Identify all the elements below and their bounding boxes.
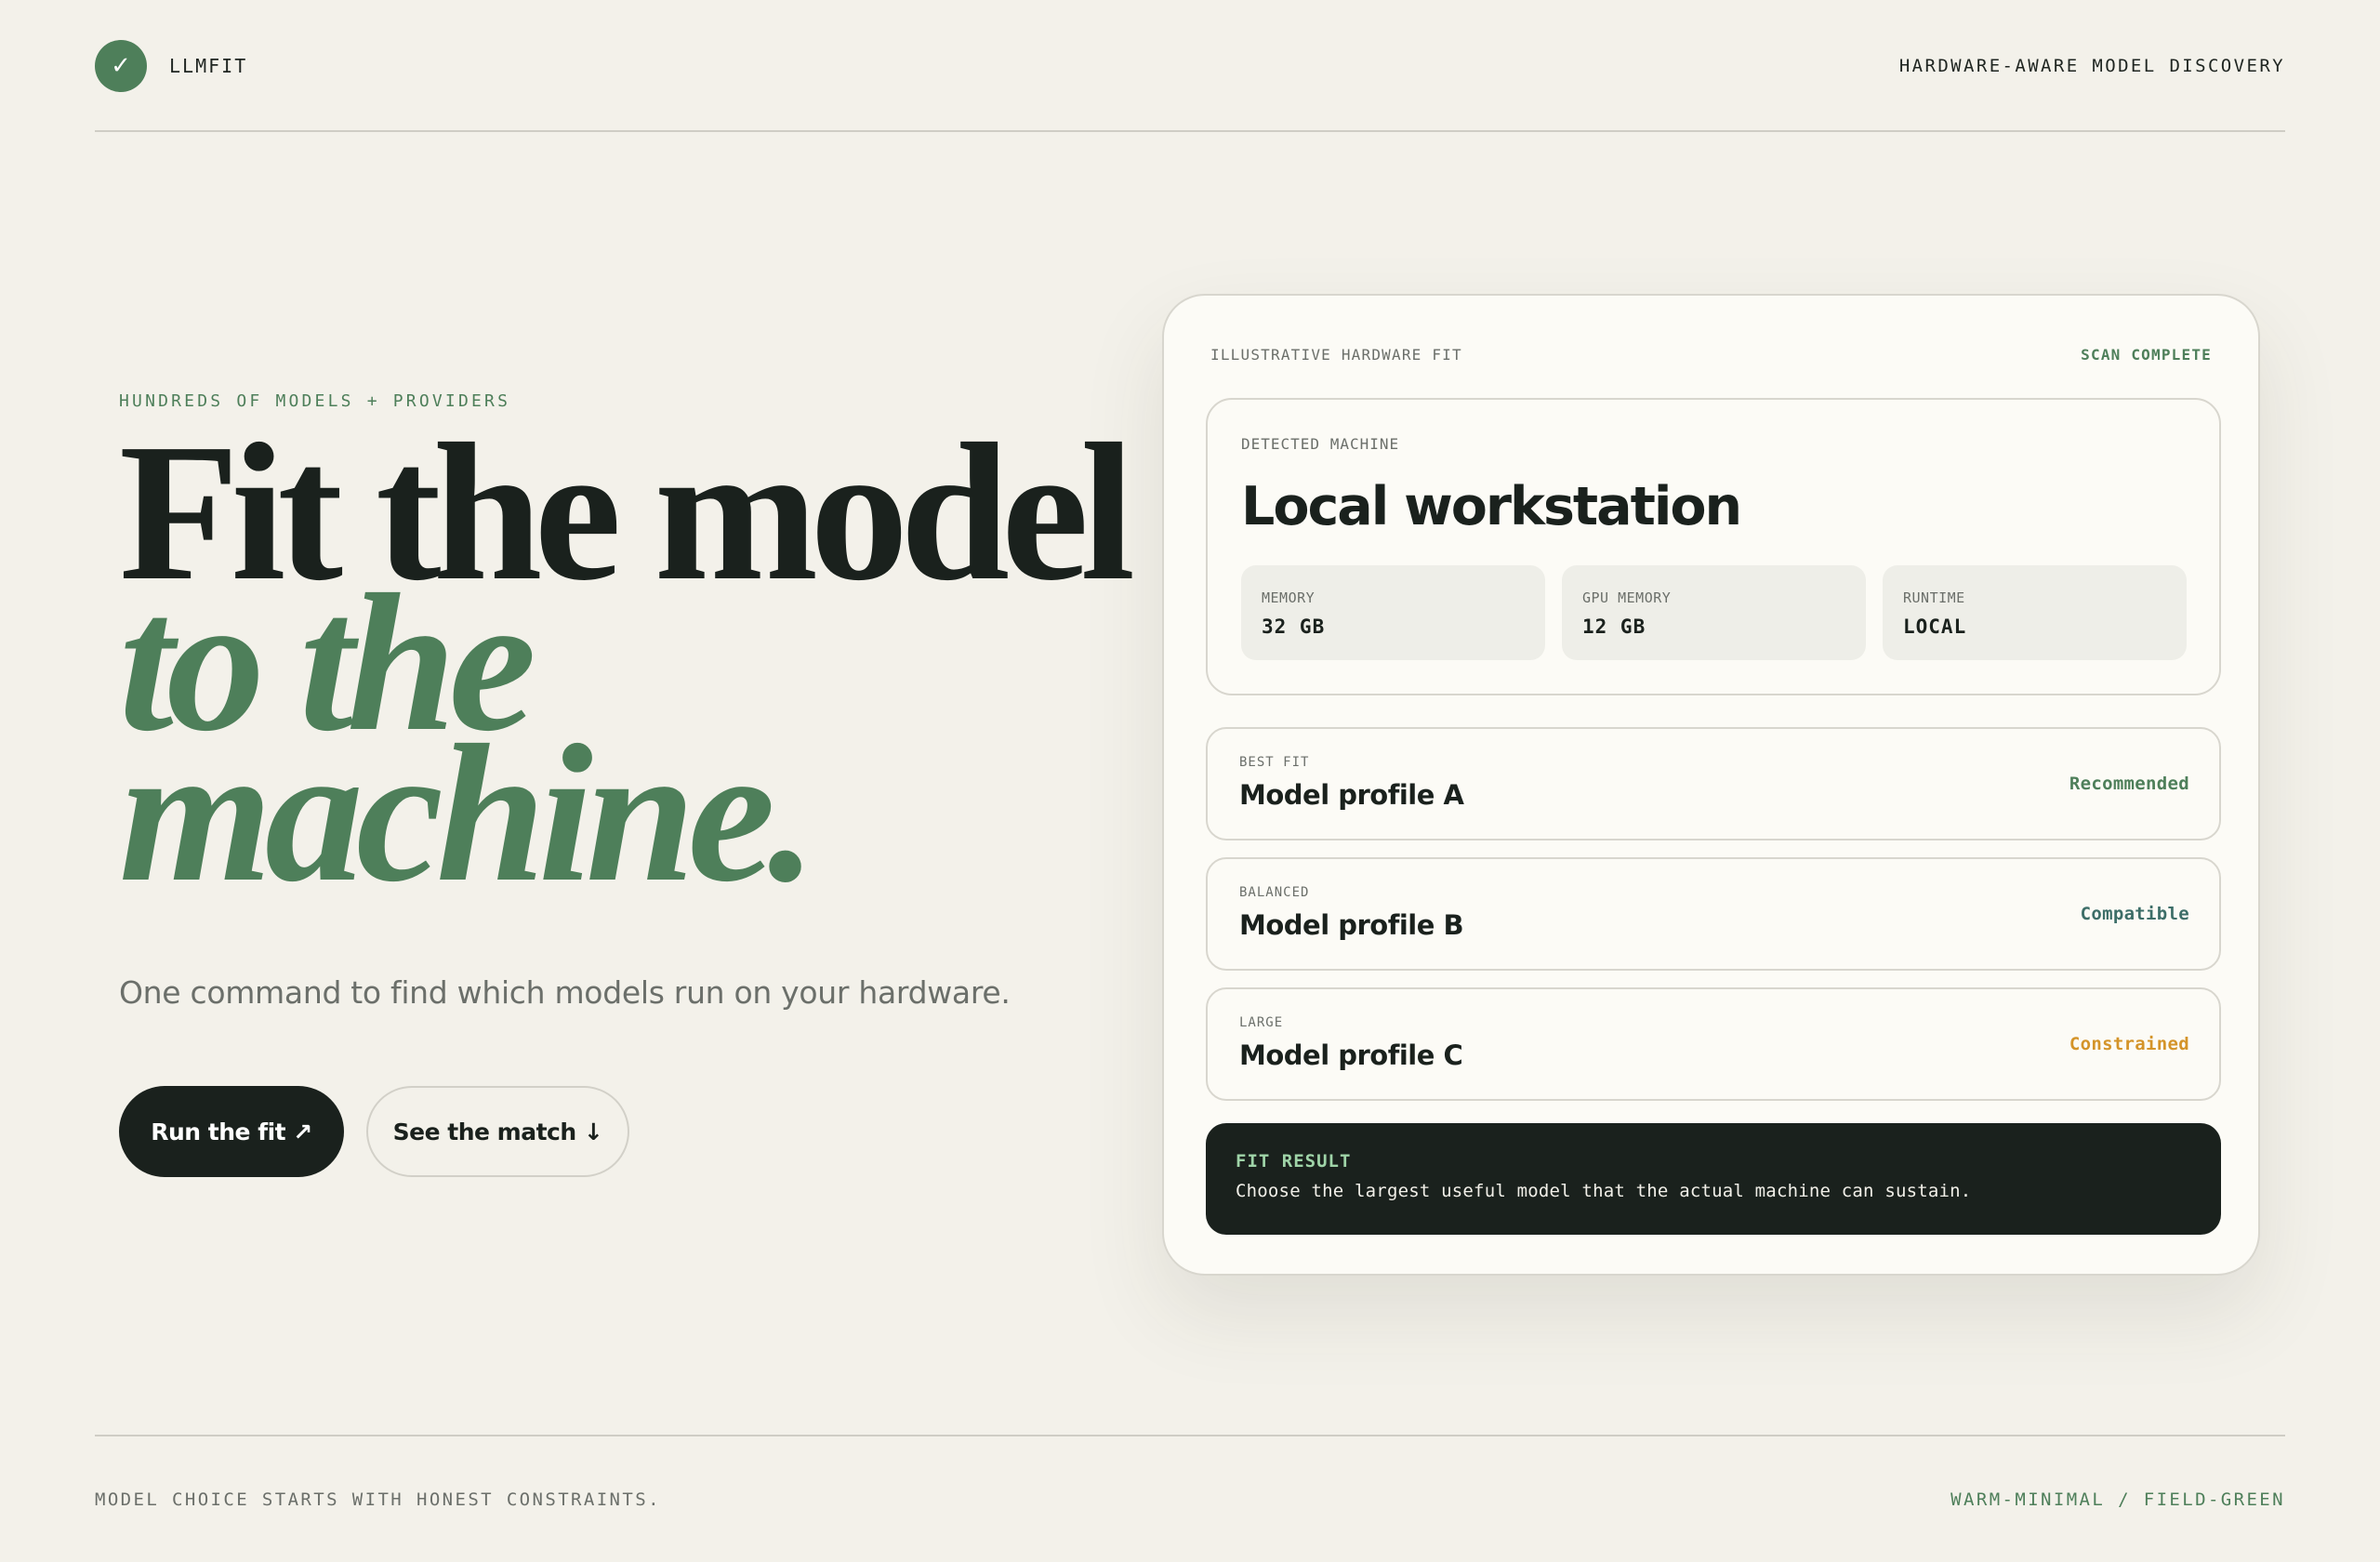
profile-row-b[interactable]: BALANCED Model profile B Compatible xyxy=(1206,857,2221,971)
stat-label: RUNTIME xyxy=(1903,589,1965,606)
profile-name: Model profile C xyxy=(1239,1039,1463,1071)
profile-status: Recommended xyxy=(2069,774,2189,794)
machine-label: DETECTED MACHINE xyxy=(1241,435,1400,453)
site-header: ✓ LLMFIT HARDWARE-AWARE MODEL DISCOVERY xyxy=(95,37,2285,132)
stat-runtime: RUNTIME LOCAL xyxy=(1883,565,2187,660)
check-icon: ✓ xyxy=(95,40,147,92)
hero-subtitle: One command to find which models run on … xyxy=(119,974,1011,1011)
profile-row-a[interactable]: BEST FIT Model profile A Recommended xyxy=(1206,727,2221,841)
stat-value: LOCAL xyxy=(1903,616,1967,638)
profile-tag: LARGE xyxy=(1239,1015,1284,1030)
stat-value: 12 GB xyxy=(1582,616,1646,638)
hardware-fit-card: ILLUSTRATIVE HARDWARE FIT SCAN COMPLETE … xyxy=(1162,294,2260,1276)
stat-gpu-memory: GPU MEMORY 12 GB xyxy=(1562,565,1866,660)
machine-title: Local workstation xyxy=(1241,476,1742,537)
profile-status: Constrained xyxy=(2069,1034,2189,1054)
brand-name: LLMFIT xyxy=(169,55,248,77)
stat-memory: MEMORY 32 GB xyxy=(1241,565,1545,660)
stat-value: 32 GB xyxy=(1262,616,1326,638)
footer-theme: WARM-MINIMAL / FIELD-GREEN xyxy=(1950,1489,2285,1510)
profile-tag: BEST FIT xyxy=(1239,755,1310,770)
fit-result-text: Choose the largest useful model that the… xyxy=(1236,1181,1972,1201)
footer-note: MODEL CHOICE STARTS WITH HONEST CONSTRAI… xyxy=(95,1489,661,1510)
fit-result-title: FIT RESULT xyxy=(1236,1151,1352,1172)
stat-label: GPU MEMORY xyxy=(1582,589,1672,606)
machine-stats: MEMORY 32 GB GPU MEMORY 12 GB RUNTIME LO… xyxy=(1241,565,2187,660)
card-label: ILLUSTRATIVE HARDWARE FIT xyxy=(1210,346,1462,364)
header-tagline: HARDWARE-AWARE MODEL DISCOVERY xyxy=(1898,56,2285,76)
headline-line-3: machine. xyxy=(119,704,817,922)
profile-row-c[interactable]: LARGE Model profile C Constrained xyxy=(1206,987,2221,1101)
run-the-fit-button[interactable]: Run the fit ↗ xyxy=(119,1086,344,1177)
stat-label: MEMORY xyxy=(1262,589,1316,606)
hero-headline: Fit the model to the machine. xyxy=(119,414,1135,922)
fit-result: FIT RESULT Choose the largest useful mod… xyxy=(1206,1123,2221,1235)
scan-status: SCAN COMPLETE xyxy=(2081,346,2212,364)
profile-tag: BALANCED xyxy=(1239,885,1310,900)
detected-machine: DETECTED MACHINE Local workstation MEMOR… xyxy=(1206,398,2221,695)
profile-status: Compatible xyxy=(2080,904,2189,924)
footer-divider xyxy=(95,1435,2285,1436)
profile-name: Model profile A xyxy=(1239,779,1464,811)
see-the-match-button[interactable]: See the match ↓ xyxy=(366,1086,629,1177)
brand[interactable]: ✓ LLMFIT xyxy=(95,40,247,92)
profile-name: Model profile B xyxy=(1239,909,1464,941)
